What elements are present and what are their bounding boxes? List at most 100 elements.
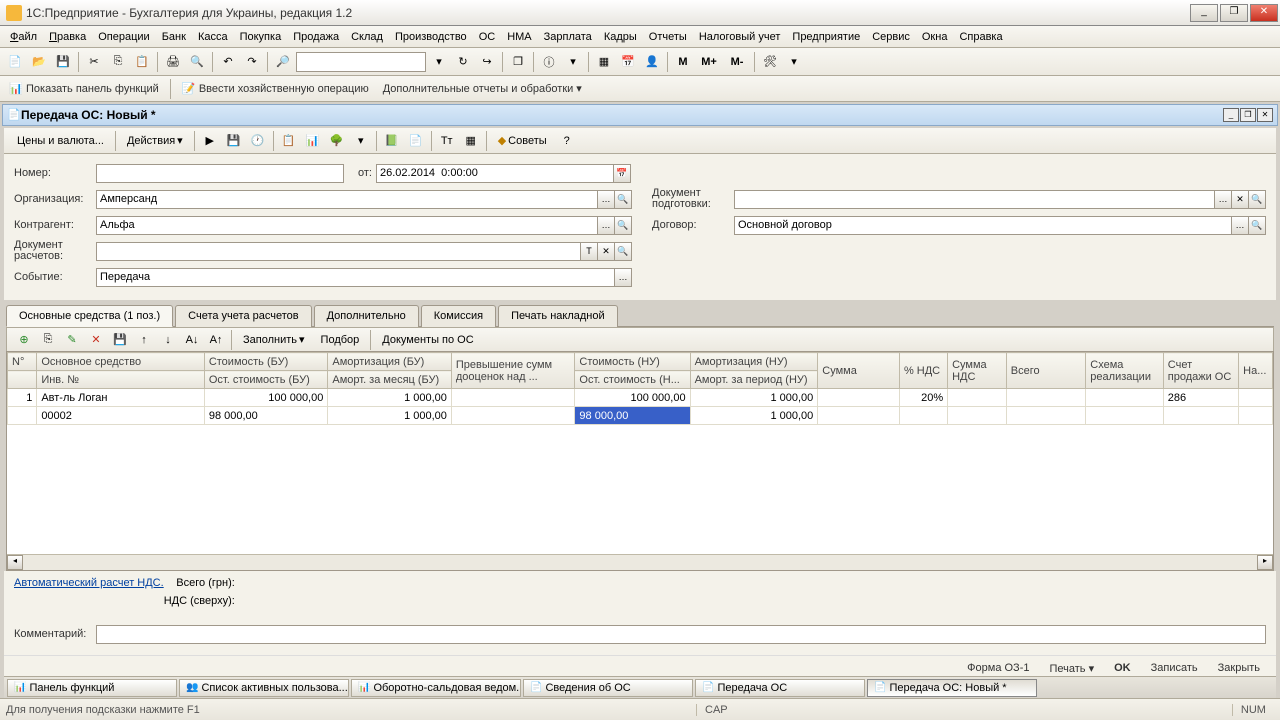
add-row-icon[interactable]: ⊕ xyxy=(13,329,35,351)
col-cost-bu[interactable]: Стоимость (БУ) xyxy=(204,353,328,371)
menu-hr[interactable]: Кадры xyxy=(598,28,643,46)
refresh-icon[interactable]: ↻ xyxy=(452,51,474,73)
preview-icon[interactable]: 🔍 xyxy=(186,51,208,73)
col-asset[interactable]: Основное средство xyxy=(37,353,205,371)
contragent-select-icon[interactable]: … xyxy=(598,216,615,235)
col-rest-bu[interactable]: Ост. стоимость (БУ) xyxy=(204,371,328,389)
col-rest-nu[interactable]: Ост. стоимость (Н... xyxy=(575,371,690,389)
menu-help[interactable]: Справка xyxy=(953,28,1008,46)
window-icon[interactable]: ❐ xyxy=(507,51,529,73)
tab-main-assets[interactable]: Основные средства (1 поз.) xyxy=(6,305,173,327)
help-icon[interactable]: ? xyxy=(556,130,578,152)
sort-asc-icon[interactable]: A↓ xyxy=(181,329,203,351)
contract-select-icon[interactable]: … xyxy=(1232,216,1249,235)
m-plus-button[interactable]: M+ xyxy=(696,51,722,73)
menu-warehouse[interactable]: Склад xyxy=(345,28,389,46)
form-oz-button[interactable]: Форма ОЗ-1 xyxy=(961,660,1035,677)
chevron-down-icon-2[interactable]: ▾ xyxy=(783,51,805,73)
contract-input[interactable]: Основной договор xyxy=(734,216,1232,235)
tool-icon[interactable]: 🛠 xyxy=(759,51,781,73)
col-scheme[interactable]: Схема реализации xyxy=(1086,353,1163,389)
copy-row-icon[interactable]: ⎘ xyxy=(37,329,59,351)
m-button[interactable]: M xyxy=(672,51,694,73)
clock-icon[interactable]: 🕐 xyxy=(247,130,269,152)
task-item[interactable]: 📊 Панель функций xyxy=(7,679,177,697)
col-excess[interactable]: Превышение сумм дооценок над ... xyxy=(451,353,575,389)
org-lookup-icon[interactable]: 🔍 xyxy=(615,190,632,209)
print-button[interactable]: Печать ▾ xyxy=(1043,660,1100,677)
menu-os[interactable]: ОС xyxy=(473,28,502,46)
task-item[interactable]: 📄 Передача ОС xyxy=(695,679,865,697)
menu-reports[interactable]: Отчеты xyxy=(643,28,693,46)
calc-doc-lookup-icon[interactable]: 🔍 xyxy=(615,242,632,261)
search-icon[interactable]: 🔎 xyxy=(272,51,294,73)
tab-print-invoice[interactable]: Печать накладной xyxy=(498,305,618,327)
prep-doc-select-icon[interactable]: … xyxy=(1215,190,1232,209)
print-icon[interactable]: 🖨 xyxy=(162,51,184,73)
nav-icon[interactable]: ↪ xyxy=(476,51,498,73)
move-down-icon[interactable]: ↓ xyxy=(157,329,179,351)
dt-kt-icon[interactable]: 📗 xyxy=(381,130,403,152)
copy-icon[interactable]: ⎘ xyxy=(107,51,129,73)
menu-salary[interactable]: Зарплата xyxy=(538,28,598,46)
menu-file[interactable]: Файл xyxy=(4,28,43,46)
contract-lookup-icon[interactable]: 🔍 xyxy=(1249,216,1266,235)
search-input[interactable] xyxy=(296,52,426,72)
edit-row-icon[interactable]: ✎ xyxy=(61,329,83,351)
col-inv[interactable]: Инв. № xyxy=(37,371,205,389)
close-button[interactable]: ✕ xyxy=(1250,4,1278,22)
m-minus-button[interactable]: M- xyxy=(724,51,750,73)
menu-windows[interactable]: Окна xyxy=(916,28,954,46)
doc-minimize-button[interactable]: _ xyxy=(1223,108,1239,122)
auto-vat-link[interactable]: Автоматический расчет НДС. xyxy=(14,577,164,607)
redo-icon[interactable]: ↷ xyxy=(241,51,263,73)
tab-commission[interactable]: Комиссия xyxy=(421,305,496,327)
chevron-down-icon[interactable]: ▾ xyxy=(562,51,584,73)
col-vat-pct[interactable]: % НДС xyxy=(899,353,947,389)
delete-row-icon[interactable]: ✕ xyxy=(85,329,107,351)
move-up-icon[interactable]: ↑ xyxy=(133,329,155,351)
fill-button[interactable]: Заполнить ▾ xyxy=(236,330,312,349)
actions-button[interactable]: Действия ▾ xyxy=(120,131,190,150)
scroll-left-icon[interactable]: ◂ xyxy=(7,555,23,570)
col-n[interactable]: N° xyxy=(8,353,37,371)
contragent-lookup-icon[interactable]: 🔍 xyxy=(615,216,632,235)
number-input[interactable] xyxy=(96,164,344,183)
extra-reports-button[interactable]: Дополнительные отчеты и обработки ▾ xyxy=(378,80,587,97)
save-icon[interactable]: 💾 xyxy=(52,51,74,73)
layout-icon[interactable]: ▦ xyxy=(460,130,482,152)
paste-icon[interactable]: 📋 xyxy=(131,51,153,73)
menu-purchase[interactable]: Покупка xyxy=(234,28,288,46)
event-input[interactable]: Передача xyxy=(96,268,615,287)
contragent-input[interactable]: Альфа xyxy=(96,216,598,235)
selection-button[interactable]: Подбор xyxy=(314,331,367,349)
menu-edit[interactable]: Правка xyxy=(43,28,92,46)
new-doc-icon[interactable]: 📄 xyxy=(4,51,26,73)
col-cost-nu[interactable]: Стоимость (НУ) xyxy=(575,353,690,371)
advice-button[interactable]: ◆ Советы xyxy=(491,131,554,150)
open-icon[interactable]: 📂 xyxy=(28,51,50,73)
menu-sale[interactable]: Продажа xyxy=(287,28,345,46)
prices-currency-button[interactable]: Цены и валюта... xyxy=(10,132,111,150)
menu-tax[interactable]: Налоговый учет xyxy=(693,28,787,46)
tab-accounts[interactable]: Счета учета расчетов xyxy=(175,305,311,327)
prep-doc-clear-icon[interactable]: ✕ xyxy=(1232,190,1249,209)
calc-doc-clear-icon[interactable]: ✕ xyxy=(598,242,615,261)
maximize-button[interactable]: ❐ xyxy=(1220,4,1248,22)
h-scrollbar[interactable]: ◂ ▸ xyxy=(7,554,1273,570)
dropdown-icon[interactable]: ▾ xyxy=(428,51,450,73)
tt-icon[interactable]: Тт xyxy=(436,130,458,152)
calendar-picker-icon[interactable]: 📅 xyxy=(614,164,631,183)
person-icon[interactable]: 👤 xyxy=(641,51,663,73)
menu-cash[interactable]: Касса xyxy=(192,28,234,46)
task-item[interactable]: 📄 Сведения об ОС xyxy=(523,679,693,697)
selected-cell[interactable]: 98 000,00 xyxy=(575,407,690,425)
calendar-icon[interactable]: 📅 xyxy=(617,51,639,73)
save-grid-icon[interactable]: 💾 xyxy=(109,329,131,351)
doc-restore-button[interactable]: ❐ xyxy=(1240,108,1256,122)
sort-desc-icon[interactable]: A↑ xyxy=(205,329,227,351)
col-amort-nu[interactable]: Амортизация (НУ) xyxy=(690,353,818,371)
col-na[interactable]: На... xyxy=(1239,353,1273,389)
task-item[interactable]: 👥 Список активных пользова... xyxy=(179,679,349,697)
col-amort-m[interactable]: Аморт. за месяц (БУ) xyxy=(328,371,452,389)
